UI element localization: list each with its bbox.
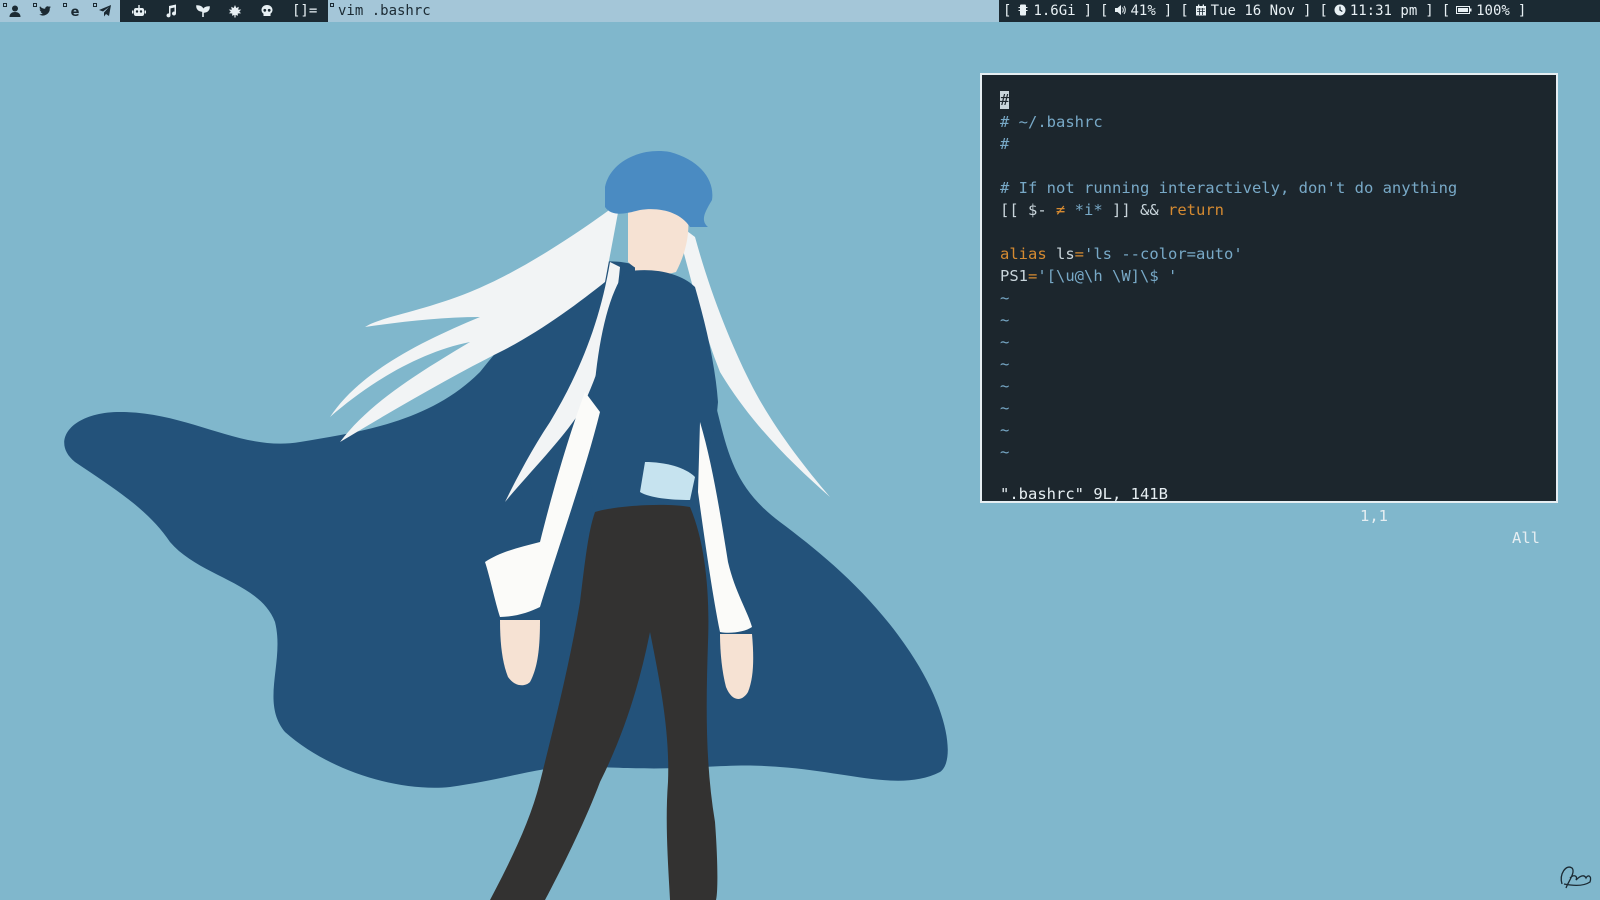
file-info: ".bashrc" 9L, 141B bbox=[1000, 485, 1168, 503]
vim-buffer[interactable]: # # ~/.bashrc # # If not running interac… bbox=[1000, 89, 1546, 463]
volume-icon bbox=[1115, 5, 1127, 15]
code-line: # bbox=[1000, 89, 1546, 111]
empty-line-marker: ~ bbox=[1000, 443, 1010, 461]
window-title: vim .bashrc bbox=[338, 3, 431, 19]
artist-signature bbox=[1560, 866, 1592, 889]
code-token: ]] && bbox=[1112, 201, 1169, 219]
occupied-indicator bbox=[3, 3, 7, 7]
bracket: ] bbox=[1302, 3, 1312, 19]
leaf-icon bbox=[228, 5, 242, 18]
cursor: # bbox=[1000, 91, 1010, 109]
svg-text:e: e bbox=[71, 5, 80, 18]
top-bar: e []= vim .bashrc [ 1.6Gi ] [41%] [Tu… bbox=[0, 0, 1600, 22]
workspace-4[interactable] bbox=[90, 0, 120, 22]
code-token: *i* bbox=[1065, 201, 1113, 219]
code-line: # ~/.bashrc bbox=[1000, 113, 1103, 131]
status-area: [ 1.6Gi ] [ 41% ] [ Tue 16 Nov ] [ 11:31… bbox=[999, 0, 1600, 22]
workspace-6[interactable] bbox=[156, 0, 186, 22]
code-token: = bbox=[1028, 267, 1038, 285]
code-token: ls bbox=[1046, 245, 1075, 263]
memory-icon bbox=[1018, 4, 1028, 16]
occupied-indicator bbox=[63, 3, 67, 7]
bracket: ] bbox=[1083, 3, 1093, 19]
bracket: [ bbox=[1003, 3, 1012, 19]
workspace-8[interactable] bbox=[220, 0, 250, 22]
seedling-icon bbox=[196, 5, 210, 17]
empty-line-marker: ~ bbox=[1000, 333, 1010, 351]
code-line: # bbox=[1000, 135, 1010, 153]
focused-indicator bbox=[330, 3, 334, 7]
empty-line-marker: ~ bbox=[1000, 421, 1010, 439]
bracket: [ bbox=[1180, 3, 1189, 19]
code-token: [[ $- bbox=[1000, 201, 1056, 219]
empty-line-marker: ~ bbox=[1000, 377, 1010, 395]
skull-icon bbox=[261, 5, 273, 16]
bracket: ] bbox=[1517, 3, 1527, 19]
empty-line-marker: ~ bbox=[1000, 289, 1010, 307]
workspace-3[interactable]: e bbox=[60, 0, 90, 22]
code-line: PS1='[\u@\h \W]\$ ' bbox=[1000, 265, 1546, 287]
calendar-icon bbox=[1195, 4, 1206, 16]
workspace-9[interactable] bbox=[252, 0, 282, 22]
code-line: # If not running interactively, don't do… bbox=[1000, 179, 1458, 197]
empty-line-marker: ~ bbox=[1000, 355, 1010, 373]
workspace-7[interactable] bbox=[188, 0, 218, 22]
code-token: PS1 bbox=[1000, 267, 1028, 285]
occupied-indicator bbox=[93, 3, 97, 7]
memory-value: 1.6Gi bbox=[1033, 3, 1076, 19]
code-token: ≠ bbox=[1056, 201, 1066, 219]
workspace-5[interactable] bbox=[124, 0, 154, 22]
layout-indicator[interactable]: []= bbox=[292, 0, 317, 22]
bracket: [ bbox=[1319, 3, 1328, 19]
bracket: ] bbox=[1425, 3, 1434, 19]
code-token: alias bbox=[1000, 245, 1047, 263]
scroll-position: All bbox=[1512, 529, 1540, 547]
music-note-icon bbox=[166, 4, 177, 18]
robot-icon bbox=[132, 5, 146, 16]
clock-icon bbox=[1334, 4, 1346, 16]
terminal-window[interactable]: # # ~/.bashrc # # If not running interac… bbox=[980, 73, 1558, 547]
code-line: alias ls='ls --color=auto' bbox=[1000, 243, 1546, 265]
cursor-position: 1,1 bbox=[1360, 507, 1388, 525]
time-value: 11:31 pm bbox=[1349, 3, 1418, 19]
code-line: [[ $- ≠ *i* ]] && return bbox=[1000, 199, 1546, 221]
paper-plane-icon bbox=[99, 5, 111, 17]
code-token: = bbox=[1074, 245, 1085, 263]
occupied-indicator bbox=[33, 3, 37, 7]
code-token: return bbox=[1168, 201, 1225, 219]
date-value: Tue 16 Nov bbox=[1210, 3, 1295, 19]
volume-value: 41% bbox=[1130, 3, 1156, 19]
battery-icon bbox=[1456, 6, 1472, 14]
workspace-1[interactable] bbox=[0, 0, 30, 22]
bracket: [ bbox=[1441, 3, 1451, 19]
wallpaper-illustration bbox=[64, 151, 948, 900]
code-token: 'ls --color=auto' bbox=[1084, 245, 1243, 263]
workspace-list: e []= bbox=[0, 0, 328, 22]
user-icon bbox=[9, 5, 21, 17]
code-token: '[\u@\h \W]\$ ' bbox=[1037, 267, 1178, 285]
empty-line-marker: ~ bbox=[1000, 311, 1010, 329]
workspace-2[interactable] bbox=[30, 0, 60, 22]
bracket: [ bbox=[1100, 3, 1109, 19]
vim-status-line: ".bashrc" 9L, 141B 1,1 All bbox=[1000, 461, 1540, 547]
battery-value: 100% bbox=[1476, 3, 1510, 19]
empty-line-marker: ~ bbox=[1000, 399, 1010, 417]
browser-e-icon: e bbox=[71, 5, 80, 18]
bracket: ] bbox=[1163, 3, 1173, 19]
bird-icon bbox=[39, 6, 51, 16]
